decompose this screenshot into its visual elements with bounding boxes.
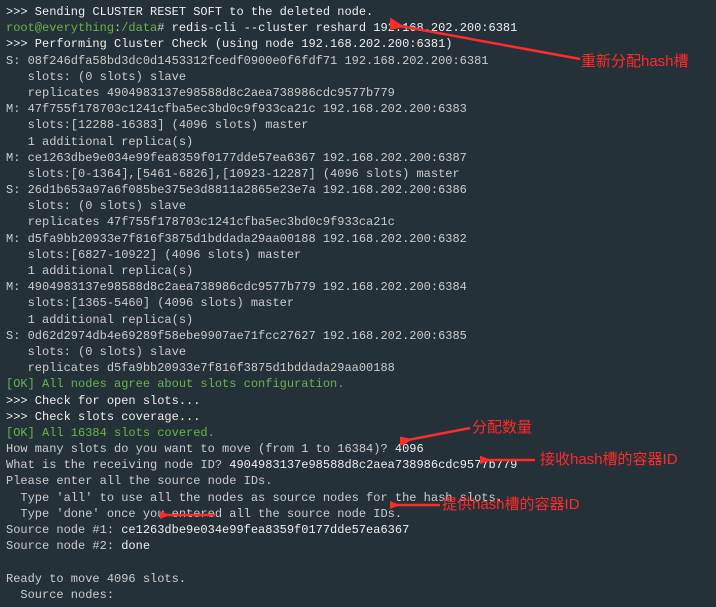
out-line: >>> Check for open slots... — [6, 393, 710, 409]
out-line: slots:[6827-10922] (4096 slots) master — [6, 247, 710, 263]
out-line: replicates 47f755f178703c1241cfba5ec3bd0… — [6, 214, 710, 230]
out-line: Source nodes: — [6, 587, 710, 603]
out-line: replicates 4904983137e98588d8c2aea738986… — [6, 85, 710, 101]
out-line: S: 26d1b653a97a6f085be375e3d8811a2865e23… — [6, 182, 710, 198]
command-text: redis-cli --cluster reshard 192.168.202.… — [172, 21, 518, 35]
out-line: >>> Sending CLUSTER RESET SOFT to the de… — [6, 4, 710, 20]
prompt-user: root@everything — [6, 21, 114, 35]
out-line: slots:[1365-5460] (4096 slots) master — [6, 295, 710, 311]
prompt-source-2: Source node #2: done — [6, 538, 710, 554]
input-source-2[interactable]: done — [121, 539, 150, 553]
out-line: 1 additional replica(s) — [6, 134, 710, 150]
out-line: >>> Performing Cluster Check (using node… — [6, 36, 710, 52]
annotation-receiving-id: 接收hash槽的容器ID — [540, 450, 678, 470]
out-line: Type 'all' to use all the nodes as sourc… — [6, 490, 710, 506]
prompt-source-1: Source node #1: ce1263dbe9e034e99fea8359… — [6, 522, 710, 538]
out-line: M: d5fa9bb20933e7f816f3875d1bddada29aa00… — [6, 231, 710, 247]
annotation-slot-count: 分配数量 — [472, 418, 532, 438]
input-receiving-id[interactable]: 4904983137e98588d8c2aea738986cdc9577b779 — [229, 458, 517, 472]
out-line: slots: (0 slots) slave — [6, 198, 710, 214]
ok-line: [OK] All nodes agree about slots configu… — [6, 376, 710, 392]
out-line: slots:[0-1364],[5461-6826],[10923-12287]… — [6, 166, 710, 182]
out-line: M: ce1263dbe9e034e99fea8359f0177dde57ea6… — [6, 150, 710, 166]
out-line: S: 0d62d2974db4e69289f58ebe9907ae71fcc27… — [6, 328, 710, 344]
annotation-reshard: 重新分配hash槽 — [581, 52, 689, 72]
out-line: 1 additional replica(s) — [6, 312, 710, 328]
out-line — [6, 554, 710, 570]
annotation-source-id: 提供hash槽的容器ID — [442, 495, 580, 515]
input-source-1[interactable]: ce1263dbe9e034e99fea8359f0177dde57ea6367 — [121, 523, 409, 537]
out-line: replicates d5fa9bb20933e7f816f3875d1bdda… — [6, 360, 710, 376]
out-line: >>> Check slots coverage... — [6, 409, 710, 425]
prompt-path: /data — [121, 21, 157, 35]
ok-line: [OK] All 16384 slots covered. — [6, 425, 710, 441]
prompt-line[interactable]: root@everything:/data# redis-cli --clust… — [6, 20, 710, 36]
out-line: Type 'done' once you entered all the sou… — [6, 506, 710, 522]
out-line: Ready to move 4096 slots. — [6, 571, 710, 587]
terminal-output: >>> Sending CLUSTER RESET SOFT to the de… — [0, 0, 716, 607]
out-line: slots: (0 slots) slave — [6, 344, 710, 360]
input-slots-count[interactable]: 4096 — [395, 442, 424, 456]
out-line: M: 4904983137e98588d8c2aea738986cdc9577b… — [6, 279, 710, 295]
out-line: slots:[12288-16383] (4096 slots) master — [6, 117, 710, 133]
out-line: 1 additional replica(s) — [6, 263, 710, 279]
out-line: M: 47f755f178703c1241cfba5ec3bd0c9f933ca… — [6, 101, 710, 117]
out-line: Please enter all the source node IDs. — [6, 473, 710, 489]
prompt-hash: # — [157, 21, 171, 35]
